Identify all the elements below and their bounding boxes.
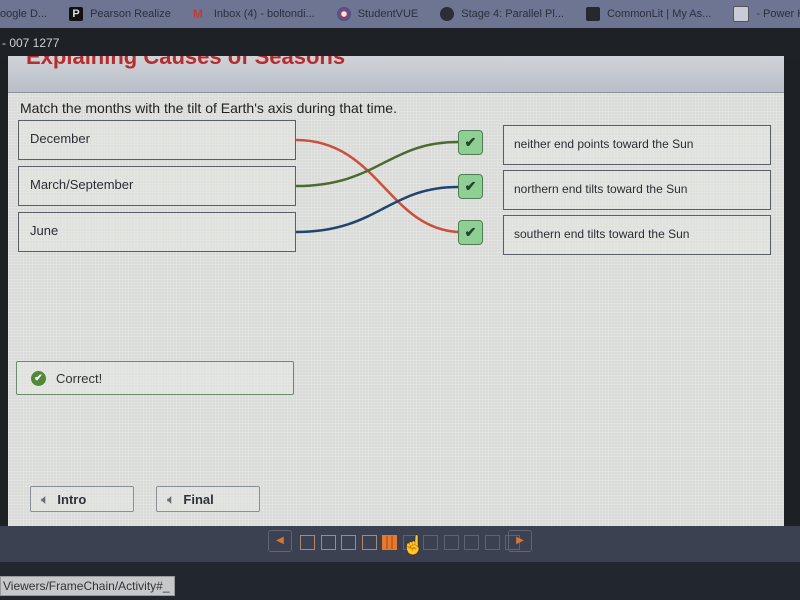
- previous-page-button[interactable]: ◀: [268, 530, 292, 552]
- speaker-icon: 🔈︎: [41, 490, 50, 507]
- feedback-box: ✔ Correct!: [16, 361, 294, 395]
- gmail-icon: M: [192, 7, 203, 21]
- bookmark-label: Inbox (4) - boltondi...: [213, 8, 315, 20]
- activity-frame: Explaining Causes of Seasons Match the m…: [8, 56, 784, 526]
- page-indicator-5[interactable]: [382, 535, 397, 550]
- bookmark-studentvue[interactable]: StudentVUE: [336, 7, 419, 21]
- bookmark-stage4[interactable]: Stage 4: Parallel Pl...: [440, 7, 564, 21]
- page-indicator-3[interactable]: [341, 535, 356, 550]
- bookmark-label: - Power Hour: [756, 8, 800, 20]
- next-page-button[interactable]: ▶: [508, 530, 532, 552]
- final-audio-button[interactable]: 🔈︎ Final: [156, 486, 260, 512]
- right-item-southern[interactable]: southern end tilts toward the Sun: [503, 215, 771, 255]
- match-line-june: [295, 185, 459, 234]
- match-check-icon: ✔: [458, 174, 483, 199]
- bookmark-label: StudentVUE: [357, 8, 419, 20]
- page-header-strip: - 007 1277: [0, 28, 800, 58]
- bookmark-label: Pearson Realize: [90, 8, 171, 20]
- globe-icon: [440, 7, 455, 21]
- page-indicator-4[interactable]: [361, 535, 377, 550]
- bookmark-google-docs[interactable]: oogle D...: [0, 8, 47, 20]
- match-check-icon: ✔: [458, 220, 483, 245]
- activity-pager: ◀ ▶: [0, 526, 800, 562]
- speaker-icon: 🔈︎: [167, 490, 176, 507]
- bookmark-label: oogle D...: [0, 8, 48, 20]
- hand-cursor-icon: ☝: [402, 535, 425, 555]
- match-check-icon: ✔: [458, 130, 483, 155]
- bookmark-gmail[interactable]: M Inbox (4) - boltondi...: [193, 7, 315, 21]
- bookmarks-bar: oogle D... P Pearson Realize M Inbox (4) -…: [0, 0, 800, 28]
- intro-audio-button[interactable]: 🔈︎ Intro: [30, 486, 134, 512]
- page-indicator-9[interactable]: [464, 535, 479, 550]
- bookmark-commonlit[interactable]: CommonLit | My As...: [585, 7, 712, 21]
- page-indicator-10[interactable]: [484, 535, 500, 550]
- bookmark-pearson[interactable]: P Pearson Realize: [69, 7, 171, 21]
- document-icon: [733, 6, 750, 22]
- final-audio-label: Final: [183, 491, 214, 507]
- bookmark-power-hour[interactable]: - Power Hour: [733, 6, 800, 22]
- intro-audio-label: Intro: [57, 491, 87, 507]
- page-indicator-7[interactable]: [423, 535, 438, 550]
- right-item-northern[interactable]: northern end tilts toward the Sun: [503, 170, 771, 210]
- pearson-icon: P: [69, 7, 84, 21]
- check-circle-icon: ✔: [31, 370, 46, 386]
- right-item-neither[interactable]: neither end points toward the Sun: [503, 125, 771, 165]
- page-indicator-1[interactable]: [300, 535, 315, 550]
- book-icon: [585, 7, 600, 21]
- status-url: Viewers/FrameChain/Activity#_: [0, 576, 175, 596]
- page-indicator-2[interactable]: [320, 535, 336, 550]
- match-line-december: [295, 138, 459, 234]
- studentvue-icon: [336, 7, 351, 21]
- bookmark-label: Stage 4: Parallel Pl...: [461, 8, 564, 20]
- feedback-text: Correct!: [56, 370, 103, 386]
- bookmark-label: CommonLit | My As...: [606, 8, 712, 20]
- header-code: - 007 1277: [2, 36, 60, 50]
- page-indicator-8[interactable]: [443, 535, 459, 550]
